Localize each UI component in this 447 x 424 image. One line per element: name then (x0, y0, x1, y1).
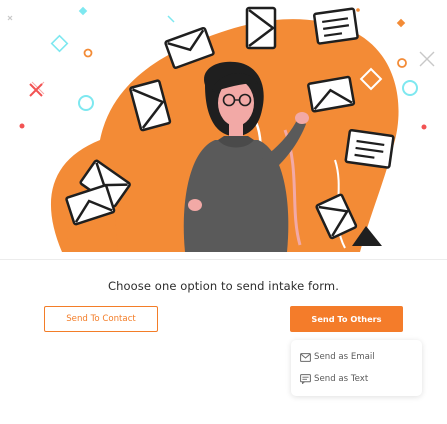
send-messages-illustration (7, 6, 435, 252)
send-intake-form-dialog: Choose one option to send intake form. S… (0, 0, 447, 424)
send-options-menu: Send as Email Send as Text (291, 340, 422, 396)
send-to-contact-button[interactable]: Send To Contact (44, 306, 158, 332)
send-as-email-label: Send as Email (314, 352, 375, 362)
instruction-text: Choose one option to send intake form. (108, 279, 339, 293)
send-as-email-option[interactable]: Send as Email (300, 349, 375, 365)
message-icon (300, 374, 311, 384)
section-divider (0, 259, 447, 260)
envelope-icon (300, 352, 311, 362)
send-to-others-button[interactable]: Send To Others (290, 306, 403, 332)
send-as-text-option[interactable]: Send as Text (300, 371, 368, 387)
send-as-text-label: Send as Text (314, 374, 369, 384)
